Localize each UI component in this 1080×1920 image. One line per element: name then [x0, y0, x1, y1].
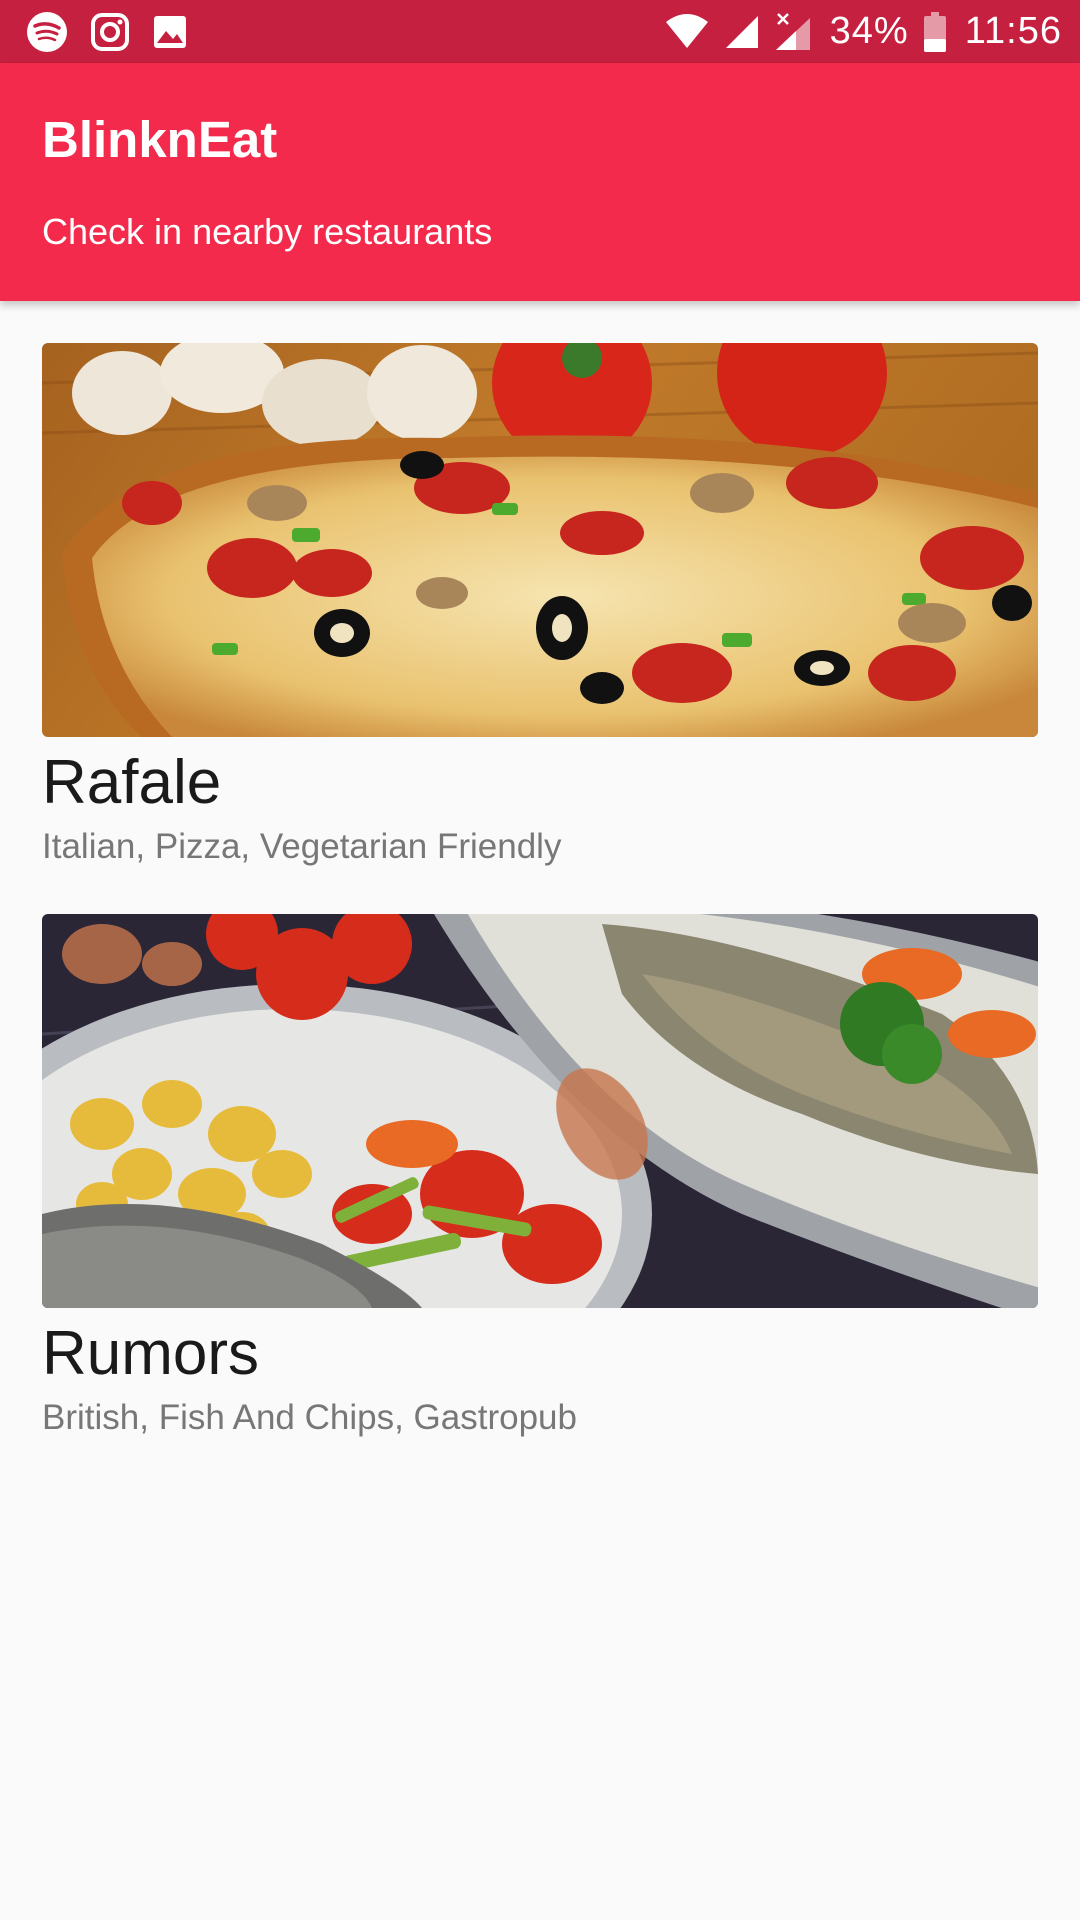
system-indicators: 34% 11:56: [650, 0, 1062, 63]
spotify-icon: [26, 11, 68, 53]
restaurant-name: Rafale: [42, 748, 222, 817]
gallery-icon: [152, 14, 188, 50]
restaurant-list: Rafale Italian, Pizza, Vegetarian Friend…: [42, 343, 1038, 1485]
instagram-icon: [90, 12, 130, 52]
status-bar: 34% 11:56: [0, 0, 1080, 63]
restaurant-cuisines: Italian, Pizza, Vegetarian Friendly: [42, 827, 562, 866]
wifi-icon: [664, 12, 710, 52]
fish-platter-photo[interactable]: [42, 914, 1038, 1308]
cell-signal-no-data-icon: [774, 12, 812, 52]
restaurant-card-rafale[interactable]: Rafale Italian, Pizza, Vegetarian Friend…: [42, 343, 1038, 914]
app-title: BlinknEat: [42, 111, 278, 168]
notification-icons: [26, 0, 210, 63]
pizza-photo[interactable]: [42, 343, 1038, 737]
restaurant-name: Rumors: [42, 1319, 260, 1388]
battery-percentage: 34%: [829, 10, 909, 52]
restaurant-cuisines: British, Fish And Chips, Gastropub: [42, 1398, 577, 1437]
restaurant-card-rumors[interactable]: Rumors British, Fish And Chips, Gastropu…: [42, 914, 1038, 1485]
battery-icon: [923, 11, 947, 53]
app-subtitle: Check in nearby restaurants: [42, 211, 493, 252]
clock: 11:56: [964, 10, 1062, 52]
cell-signal-icon: [724, 14, 760, 50]
app-bar: BlinknEat Check in nearby restaurants: [0, 63, 1080, 301]
